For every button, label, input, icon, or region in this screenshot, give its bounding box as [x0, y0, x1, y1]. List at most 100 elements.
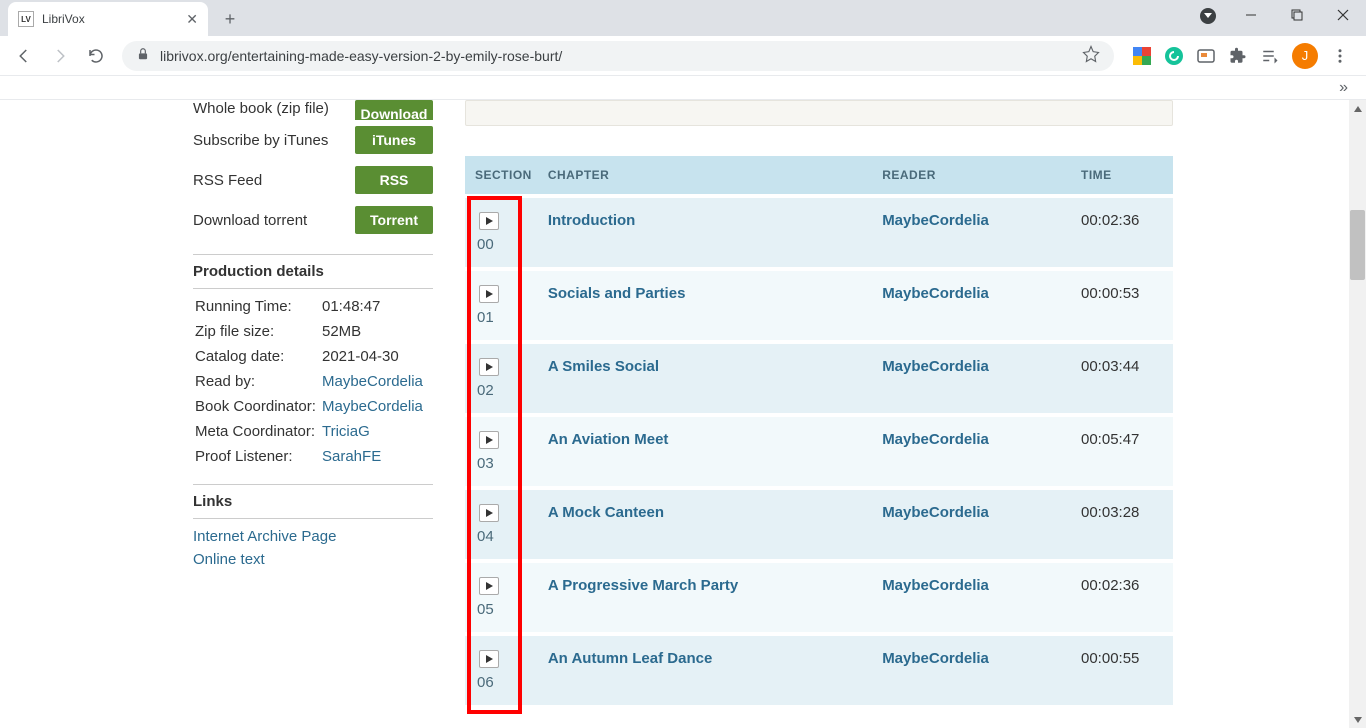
detail-value: 01:48:47 — [322, 295, 431, 318]
chapter-link[interactable]: Introduction — [548, 212, 635, 229]
detail-key: Book Coordinator: — [195, 395, 320, 418]
table-row: 03An Aviation MeetMaybeCordelia00:05:47 — [465, 415, 1173, 488]
reload-button[interactable] — [80, 40, 112, 72]
detail-row: Catalog date:2021-04-30 — [195, 345, 431, 368]
chapters-table: SECTION CHAPTER READER TIME 00Introducti… — [465, 156, 1173, 705]
reader-link[interactable]: MaybeCordelia — [882, 650, 989, 667]
rss-button[interactable]: RSS — [355, 166, 433, 194]
production-details-header: Production details — [193, 254, 433, 289]
scroll-thumb[interactable] — [1350, 210, 1365, 280]
profile-avatar[interactable]: J — [1292, 43, 1318, 69]
extension-google-icon[interactable] — [1132, 46, 1152, 66]
section-cell: 05 — [465, 561, 540, 634]
reader-link[interactable]: MaybeCordelia — [882, 212, 989, 229]
play-button[interactable] — [479, 650, 499, 668]
play-button[interactable] — [479, 285, 499, 303]
detail-link[interactable]: TriciaG — [322, 423, 370, 440]
detail-key: Catalog date: — [195, 345, 320, 368]
time-cell: 00:00:55 — [1073, 634, 1173, 705]
play-button[interactable] — [479, 431, 499, 449]
window-close-button[interactable] — [1320, 0, 1366, 30]
window-minimize-button[interactable] — [1228, 0, 1274, 30]
detail-row: Running Time:01:48:47 — [195, 295, 431, 318]
play-button[interactable] — [479, 504, 499, 522]
sidebar-link[interactable]: Online text — [193, 551, 265, 568]
reader-link[interactable]: MaybeCordelia — [882, 358, 989, 375]
time-cell: 00:02:36 — [1073, 561, 1173, 634]
play-button[interactable] — [479, 577, 499, 595]
window-maximize-button[interactable] — [1274, 0, 1320, 30]
reading-list-icon[interactable] — [1260, 46, 1280, 66]
section-number: 04 — [475, 528, 494, 545]
browser-titlebar: LV LibriVox ✕ + — [0, 0, 1366, 36]
detail-link[interactable]: MaybeCordelia — [322, 398, 423, 415]
tab-close-icon[interactable]: ✕ — [186, 11, 198, 28]
detail-row: Zip file size:52MB — [195, 320, 431, 343]
download-row-torrent: Download torrent Torrent — [193, 200, 433, 240]
itunes-button[interactable]: iTunes — [355, 126, 433, 154]
page-content: Whole book (zip file) Download Subscribe… — [0, 100, 1366, 728]
scroll-up-arrow[interactable] — [1349, 100, 1366, 117]
table-row: 01Socials and PartiesMaybeCordelia00:00:… — [465, 269, 1173, 342]
detail-value: 2021-04-30 — [322, 345, 431, 368]
forward-button[interactable] — [44, 40, 76, 72]
play-button[interactable] — [479, 212, 499, 230]
detail-value: MaybeCordelia — [322, 370, 431, 393]
sidebar-link[interactable]: Internet Archive Page — [193, 528, 336, 545]
back-button[interactable] — [8, 40, 40, 72]
section-cell: 04 — [465, 488, 540, 561]
detail-value: SarahFE — [322, 445, 431, 468]
extensions-puzzle-icon[interactable] — [1228, 46, 1248, 66]
scrollbar[interactable] — [1349, 100, 1366, 728]
chapter-link[interactable]: Socials and Parties — [548, 285, 686, 302]
chapter-link[interactable]: A Progressive March Party — [548, 577, 738, 594]
address-bar[interactable]: librivox.org/entertaining-made-easy-vers… — [122, 41, 1114, 71]
chapter-link[interactable]: An Aviation Meet — [548, 431, 669, 448]
chapter-link[interactable]: A Smiles Social — [548, 358, 659, 375]
download-label: Subscribe by iTunes — [193, 132, 328, 149]
detail-row: Meta Coordinator:TriciaG — [195, 420, 431, 443]
extension-grammarly-icon[interactable] — [1164, 46, 1184, 66]
new-tab-button[interactable]: + — [216, 5, 244, 33]
download-label: Whole book (zip file) — [193, 100, 329, 117]
detail-value: MaybeCordelia — [322, 395, 431, 418]
tab-media-icon[interactable] — [1200, 8, 1216, 24]
chrome-menu-icon[interactable] — [1330, 46, 1350, 66]
reader-link[interactable]: MaybeCordelia — [882, 577, 989, 594]
notice-box — [465, 100, 1173, 126]
bookmark-star-icon[interactable] — [1082, 45, 1100, 66]
detail-key: Proof Listener: — [195, 445, 320, 468]
table-row: 04 A Mock Canteen MaybeCordelia 00:03:28 — [465, 488, 1173, 561]
bookmarks-overflow[interactable]: » — [0, 76, 1366, 100]
section-cell: 01 — [465, 269, 540, 342]
chapter-link[interactable]: An Autumn Leaf Dance — [548, 650, 712, 667]
section-number: 00 — [475, 236, 494, 253]
browser-tab[interactable]: LV LibriVox ✕ — [8, 2, 208, 36]
detail-key: Zip file size: — [195, 320, 320, 343]
detail-value: 52MB — [322, 320, 431, 343]
section-number: 06 — [475, 674, 494, 691]
section-number: 02 — [475, 382, 494, 399]
download-label: RSS Feed — [193, 172, 262, 189]
detail-link[interactable]: MaybeCordelia — [322, 373, 423, 390]
section-number: 03 — [475, 455, 494, 472]
torrent-button[interactable]: Torrent — [355, 206, 433, 234]
main-column: SECTION CHAPTER READER TIME 00Introducti… — [465, 100, 1173, 705]
reader-link[interactable]: MaybeCordelia — [882, 285, 989, 302]
reader-link[interactable]: MaybeCordelia — [882, 504, 989, 521]
section-number: 05 — [475, 601, 494, 618]
download-button[interactable]: Download — [355, 100, 433, 120]
chapter-link[interactable]: A Mock Canteen — [548, 504, 664, 521]
time-cell: 00:03:28 — [1073, 488, 1173, 561]
detail-link[interactable]: SarahFE — [322, 448, 381, 465]
reader-link[interactable]: MaybeCordelia — [882, 431, 989, 448]
col-time: TIME — [1073, 156, 1173, 196]
play-button[interactable] — [479, 358, 499, 376]
lock-icon — [136, 47, 150, 64]
table-row: 02A Smiles SocialMaybeCordelia00:03:44 — [465, 342, 1173, 415]
scroll-down-arrow[interactable] — [1349, 711, 1366, 728]
extension-misc-icon[interactable] — [1196, 46, 1216, 66]
download-row-whole-book: Whole book (zip file) Download — [193, 100, 433, 120]
table-row: 06 An Autumn Leaf Dance MaybeCordelia 00:00… — [465, 634, 1173, 705]
section-cell: 02 — [465, 342, 540, 415]
